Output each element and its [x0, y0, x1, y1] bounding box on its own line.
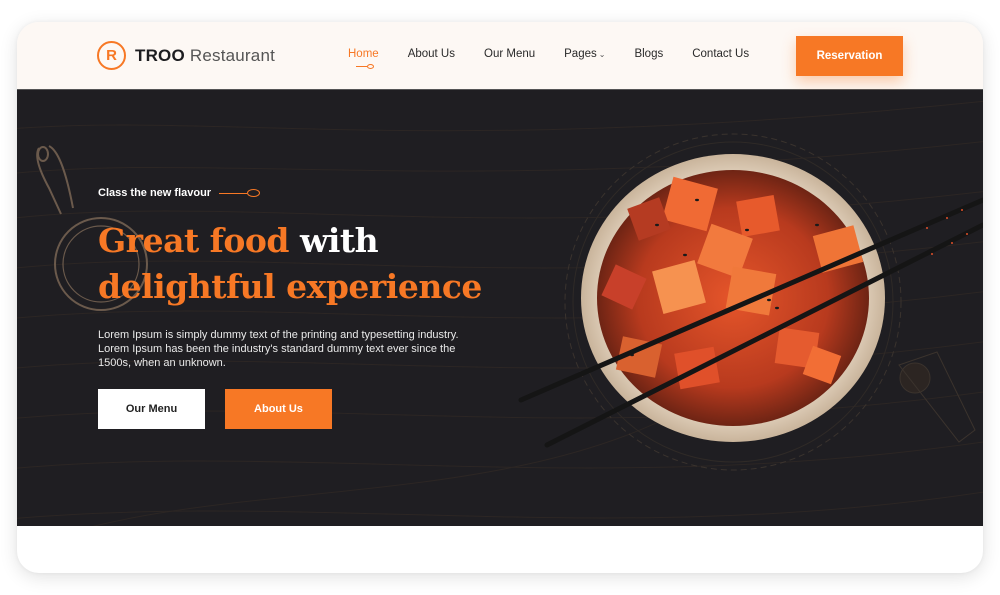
browser-frame: R TROO Restaurant Home About Us Our Menu…	[17, 22, 983, 573]
logo[interactable]: R TROO Restaurant	[97, 41, 275, 70]
headline-white: with	[288, 221, 379, 260]
hero-tagline: Class the new flavour	[98, 187, 261, 199]
headline-orange-1: Great food	[98, 221, 289, 260]
spoon-divider-icon	[219, 189, 261, 197]
our-menu-button[interactable]: Our Menu	[98, 389, 205, 429]
chevron-down-icon: ⌄	[598, 50, 606, 59]
poke-bowl-image	[518, 133, 983, 471]
nav-label: Blogs	[634, 48, 664, 60]
headline-orange-2: delightful experience	[98, 267, 482, 306]
hero-description: Lorem Ipsum is simply dummy text of the …	[98, 329, 459, 369]
logo-name-light: Restaurant	[189, 45, 276, 65]
nav-item-contact-us[interactable]: Contact Us	[692, 48, 749, 60]
main-nav: Home About Us Our Menu Pages ⌄ Blogs Cont…	[348, 48, 778, 69]
hero-headline: Great food with delightful experience	[98, 218, 518, 310]
nav-label: Home	[348, 48, 379, 60]
active-indicator-icon	[356, 64, 374, 70]
nav-item-about-us[interactable]: About Us	[408, 48, 455, 60]
about-us-button[interactable]: About Us	[225, 389, 332, 429]
logo-badge-icon: R	[97, 41, 126, 70]
site-header: R TROO Restaurant Home About Us Our Menu…	[17, 22, 983, 90]
nav-label: Pages	[564, 48, 597, 60]
nav-item-home[interactable]: Home	[348, 48, 379, 69]
nav-item-our-menu[interactable]: Our Menu	[484, 48, 535, 60]
nav-label: Our Menu	[484, 48, 536, 60]
tagline-text: Class the new flavour	[98, 187, 212, 199]
nav-item-blogs[interactable]: Blogs	[634, 48, 663, 60]
hero-section: Class the new flavour Great food with de…	[17, 90, 983, 526]
reservation-button[interactable]: Reservation	[796, 36, 903, 76]
logo-name-bold: TROO	[135, 45, 185, 65]
logo-text: TROO Restaurant	[135, 46, 275, 66]
nav-label: About Us	[407, 48, 455, 60]
nav-label: Contact Us	[692, 48, 750, 60]
nav-item-pages[interactable]: Pages ⌄	[564, 48, 605, 60]
